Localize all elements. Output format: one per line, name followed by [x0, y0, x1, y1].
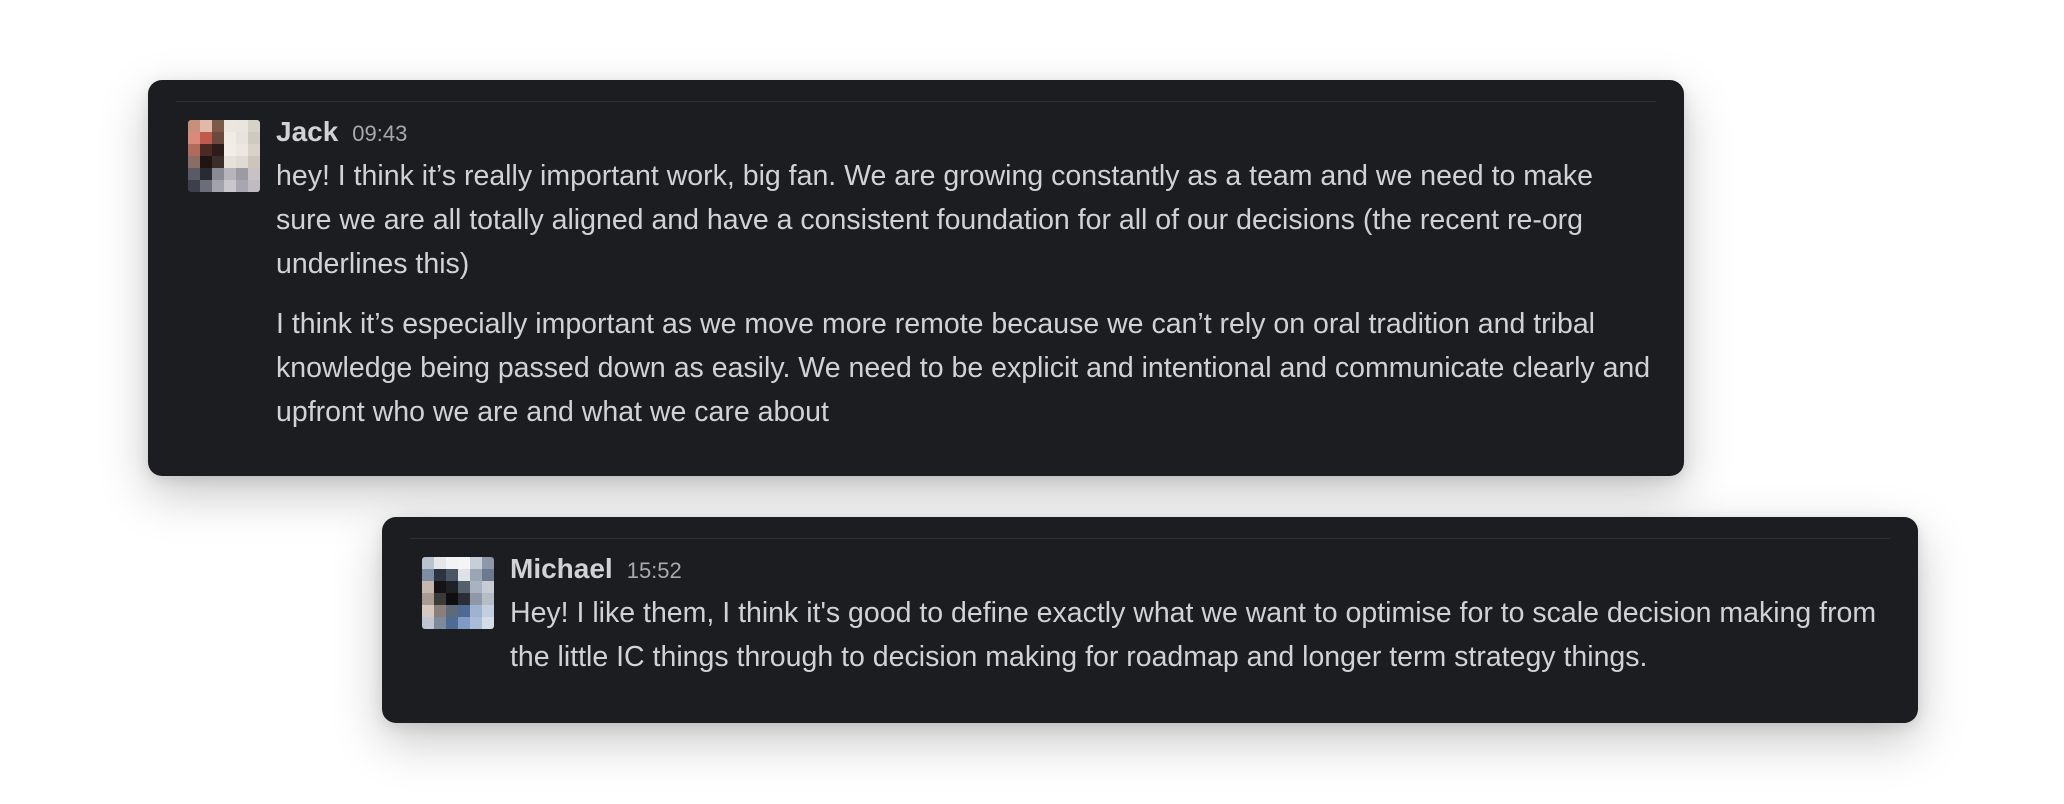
divider — [410, 538, 1890, 539]
avatar-pixel — [422, 593, 434, 605]
avatar-pixel — [248, 120, 260, 132]
avatar-pixel — [236, 156, 248, 168]
avatar-pixel — [482, 569, 494, 581]
avatar-pixel — [224, 144, 236, 156]
avatar-pixel — [434, 569, 446, 581]
avatar-pixel — [224, 180, 236, 192]
avatar-pixel — [248, 144, 260, 156]
avatar-pixel — [248, 180, 260, 192]
message-content: Jack 09:43 hey! I think it’s really impo… — [276, 116, 1656, 434]
avatar-pixel — [422, 605, 434, 617]
avatar-pixel — [188, 180, 200, 192]
avatar-pixel — [458, 605, 470, 617]
avatar-pixel — [470, 605, 482, 617]
timestamp[interactable]: 09:43 — [352, 121, 407, 147]
avatar-pixel — [200, 156, 212, 168]
avatar-pixel — [236, 180, 248, 192]
avatar[interactable] — [188, 120, 260, 192]
avatar-pixel — [446, 569, 458, 581]
avatar-pixel — [470, 617, 482, 629]
avatar-pixel — [212, 120, 224, 132]
divider — [176, 101, 1656, 102]
avatar-pixel — [200, 144, 212, 156]
message-meta: Jack 09:43 — [276, 116, 1656, 154]
message-meta: Michael 15:52 — [510, 553, 1890, 591]
avatar-pixel — [236, 120, 248, 132]
avatar-pixel — [458, 581, 470, 593]
avatar-pixel — [458, 617, 470, 629]
avatar-pixel — [224, 156, 236, 168]
avatar-pixel — [236, 132, 248, 144]
avatar-pixel — [224, 132, 236, 144]
message-text: Hey! I like them, I think it's good to d… — [510, 597, 1877, 673]
avatar-pixel — [188, 144, 200, 156]
avatar-pixel — [422, 617, 434, 629]
avatar-pixel — [200, 120, 212, 132]
avatar-pixel — [188, 132, 200, 144]
message-content: Michael 15:52 Hey! I like them, I think … — [510, 553, 1890, 679]
avatar-pixel — [470, 557, 482, 569]
avatar-pixel — [212, 168, 224, 180]
avatar-pixel — [236, 144, 248, 156]
timestamp[interactable]: 15:52 — [627, 558, 682, 584]
message-text: I think it’s especially important as we … — [276, 308, 1651, 428]
avatar-pixel — [200, 132, 212, 144]
avatar-pixel — [248, 132, 260, 144]
avatar-pixel — [248, 168, 260, 180]
avatar-pixel — [446, 557, 458, 569]
message-card: Michael 15:52 Hey! I like them, I think … — [382, 517, 1918, 723]
avatar-pixel — [188, 120, 200, 132]
avatar-pixel — [434, 593, 446, 605]
avatar-pixel — [188, 168, 200, 180]
avatar-pixel — [458, 593, 470, 605]
avatar-pixel — [434, 605, 446, 617]
avatar-pixel — [482, 593, 494, 605]
avatar-pixel — [470, 581, 482, 593]
avatar-pixel — [434, 557, 446, 569]
avatar-pixel — [212, 144, 224, 156]
avatar-pixel — [422, 569, 434, 581]
avatar-pixel — [212, 180, 224, 192]
author-name[interactable]: Jack — [276, 116, 338, 148]
avatar-pixel — [236, 168, 248, 180]
avatar-pixel — [212, 156, 224, 168]
avatar-pixel — [470, 593, 482, 605]
avatar-pixel — [434, 581, 446, 593]
avatar-pixel — [458, 557, 470, 569]
message-card: Jack 09:43 hey! I think it’s really impo… — [148, 80, 1684, 476]
avatar-pixel — [248, 156, 260, 168]
avatar[interactable] — [422, 557, 494, 629]
avatar-pixel — [458, 569, 470, 581]
avatar-pixel — [446, 617, 458, 629]
avatar-pixel — [470, 569, 482, 581]
avatar-pixel — [482, 617, 494, 629]
avatar-pixel — [188, 156, 200, 168]
avatar-pixel — [422, 557, 434, 569]
avatar-pixel — [200, 180, 212, 192]
avatar-pixel — [446, 581, 458, 593]
avatar-pixel — [482, 581, 494, 593]
avatar-pixel — [224, 168, 236, 180]
avatar-pixel — [482, 557, 494, 569]
message-stage: Jack 09:43 hey! I think it’s really impo… — [0, 0, 2064, 804]
avatar-pixel — [200, 168, 212, 180]
avatar-pixel — [446, 593, 458, 605]
message-text: hey! I think it’s really important work,… — [276, 160, 1593, 280]
avatar-pixel — [434, 617, 446, 629]
author-name[interactable]: Michael — [510, 553, 613, 585]
avatar-pixel — [482, 605, 494, 617]
avatar-pixel — [446, 605, 458, 617]
avatar-pixel — [422, 581, 434, 593]
avatar-pixel — [212, 132, 224, 144]
avatar-pixel — [224, 120, 236, 132]
